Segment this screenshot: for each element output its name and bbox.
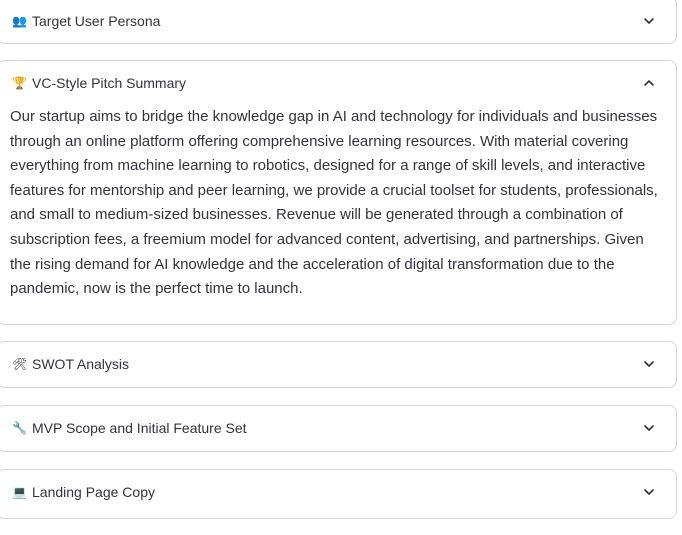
expander-swot-analysis: 🛠 SWOT Analysis [0, 341, 677, 388]
expander-header-swot-analysis[interactable]: 🛠 SWOT Analysis [0, 342, 676, 386]
expander-landing-page-copy: 💻 Landing Page Copy [0, 469, 677, 519]
wrench-icon: 🔧 [12, 421, 27, 435]
expander-header-mvp-scope[interactable]: 🔧 MVP Scope and Initial Feature Set [0, 406, 676, 450]
expander-header-landing-page-copy[interactable]: 💻 Landing Page Copy [0, 470, 676, 514]
expander-body-vc-pitch-summary: Our startup aims to bridge the knowledge… [0, 105, 676, 318]
expander-title: VC-Style Pitch Summary [32, 75, 187, 91]
laptop-icon: 💻 [12, 485, 27, 499]
chevron-down-icon [644, 361, 654, 367]
expander-target-user-persona: 👥 Target User Persona [0, 0, 677, 44]
expander-mvp-scope: 🔧 MVP Scope and Initial Feature Set [0, 405, 677, 452]
expander-title: Landing Page Copy [32, 484, 155, 500]
trophy-icon: 🏆 [12, 76, 27, 90]
pitch-summary-text: Our startup aims to bridge the knowledge… [10, 108, 658, 298]
expander-header-target-user-persona[interactable]: 👥 Target User Persona [0, 0, 676, 43]
chevron-up-icon [644, 80, 654, 86]
expander-vc-pitch-summary: 🏆 VC-Style Pitch Summary Our startup aim… [0, 60, 677, 325]
expander-title: Target User Persona [32, 13, 161, 29]
expander-header-vc-pitch-summary[interactable]: 🏆 VC-Style Pitch Summary [0, 61, 676, 105]
expander-title: MVP Scope and Initial Feature Set [32, 420, 247, 436]
chevron-down-icon [644, 18, 654, 24]
busts-in-silhouette-icon: 👥 [12, 14, 27, 28]
expander-title: SWOT Analysis [32, 356, 129, 372]
chevron-down-icon [644, 425, 654, 431]
hammer-and-wrench-icon: 🛠 [12, 357, 28, 371]
chevron-down-icon [644, 489, 654, 495]
